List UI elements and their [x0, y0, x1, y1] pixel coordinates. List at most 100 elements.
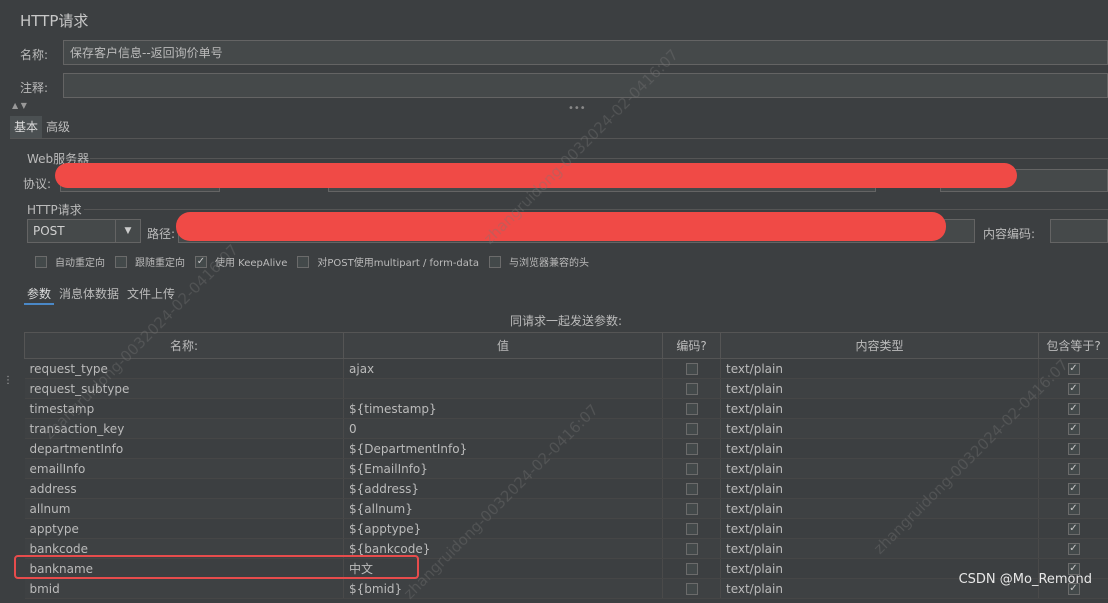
param-include-equals-cell[interactable]: ✓	[1039, 539, 1108, 559]
table-row[interactable]: request_typeajaxtext/plain✓	[25, 359, 1108, 379]
comment-field[interactable]	[63, 73, 1108, 98]
param-encode-cell[interactable]	[663, 539, 721, 559]
encode-checkbox[interactable]	[686, 403, 698, 415]
param-encode-cell[interactable]	[663, 459, 721, 479]
param-content-type-cell[interactable]: text/plain	[721, 399, 1039, 419]
param-encode-cell[interactable]	[663, 499, 721, 519]
param-name-cell[interactable]: request_subtype	[25, 379, 344, 399]
table-row[interactable]: allnum${allnum} text/plain✓	[25, 499, 1108, 519]
param-include-equals-cell[interactable]: ✓	[1039, 379, 1108, 399]
param-name-cell[interactable]: timestamp	[25, 399, 344, 419]
encoding-field[interactable]	[1050, 219, 1108, 243]
param-value-cell[interactable]: ${EmailInfo}	[344, 459, 663, 479]
option-multipart[interactable]: 对POST使用multipart / form-data	[297, 254, 479, 269]
param-value-cell[interactable]: 0	[344, 419, 663, 439]
encode-checkbox[interactable]	[686, 423, 698, 435]
multipart-checkbox[interactable]	[297, 256, 309, 268]
collapse-arrows-icon[interactable]: ▲ ▼	[12, 101, 27, 110]
include-equals-checkbox[interactable]: ✓	[1068, 403, 1080, 415]
param-encode-cell[interactable]	[663, 479, 721, 499]
param-value-cell[interactable]: ${bmid}	[344, 579, 663, 599]
column-header-name[interactable]: 名称:	[25, 333, 344, 359]
param-value-cell[interactable]: ${address}	[344, 479, 663, 499]
include-equals-checkbox[interactable]: ✓	[1068, 443, 1080, 455]
param-content-type-cell[interactable]: text/plain	[721, 419, 1039, 439]
include-equals-checkbox[interactable]: ✓	[1068, 543, 1080, 555]
encode-checkbox[interactable]	[686, 583, 698, 595]
param-value-cell[interactable]: ${timestamp}	[344, 399, 663, 419]
option-keepalive[interactable]: ✓ 使用 KeepAlive	[195, 254, 287, 269]
encode-checkbox[interactable]	[686, 363, 698, 375]
param-encode-cell[interactable]	[663, 579, 721, 599]
param-content-type-cell[interactable]: text/plain	[721, 459, 1039, 479]
browser-headers-checkbox[interactable]	[489, 256, 501, 268]
param-encode-cell[interactable]	[663, 519, 721, 539]
param-name-cell[interactable]: transaction_key	[25, 419, 344, 439]
param-include-equals-cell[interactable]: ✓	[1039, 399, 1108, 419]
param-include-equals-cell[interactable]: ✓	[1039, 359, 1108, 379]
tab-file-upload[interactable]: 文件上传	[124, 284, 178, 305]
tab-basic[interactable]: 基本	[10, 116, 42, 138]
param-name-cell[interactable]: emailInfo	[25, 459, 344, 479]
option-auto-redirect[interactable]: 自动重定向	[35, 254, 105, 269]
include-equals-checkbox[interactable]: ✓	[1068, 463, 1080, 475]
param-encode-cell[interactable]	[663, 559, 721, 579]
param-include-equals-cell[interactable]: ✓	[1039, 439, 1108, 459]
param-content-type-cell[interactable]: text/plain	[721, 539, 1039, 559]
param-include-equals-cell[interactable]: ✓	[1039, 419, 1108, 439]
param-name-cell[interactable]: bmid	[25, 579, 344, 599]
encode-checkbox[interactable]	[686, 483, 698, 495]
param-content-type-cell[interactable]: text/plain	[721, 379, 1039, 399]
column-header-encode[interactable]: 编码?	[663, 333, 721, 359]
column-header-content-type[interactable]: 内容类型	[721, 333, 1039, 359]
column-header-include-equals[interactable]: 包含等于?	[1039, 333, 1108, 359]
table-row[interactable]: request_subtype text/plain✓	[25, 379, 1108, 399]
table-row[interactable]: timestamp${timestamp} text/plain ✓	[25, 399, 1108, 419]
param-encode-cell[interactable]	[663, 379, 721, 399]
name-field[interactable]: 保存客户信息--返回询价单号	[63, 40, 1108, 65]
param-encode-cell[interactable]	[663, 359, 721, 379]
param-name-cell[interactable]: address	[25, 479, 344, 499]
param-encode-cell[interactable]	[663, 439, 721, 459]
include-equals-checkbox[interactable]: ✓	[1068, 423, 1080, 435]
param-value-cell[interactable]: ${DepartmentInfo}	[344, 439, 663, 459]
param-name-cell[interactable]: apptype	[25, 519, 344, 539]
table-row[interactable]: emailInfo${EmailInfo} text/plain ✓	[25, 459, 1108, 479]
encode-checkbox[interactable]	[686, 443, 698, 455]
drag-handle-icon[interactable]: ⋮	[3, 375, 13, 386]
param-content-type-cell[interactable]: text/plain	[721, 499, 1039, 519]
table-row[interactable]: apptype${apptype} text/plain ✓	[25, 519, 1108, 539]
encode-checkbox[interactable]	[686, 523, 698, 535]
table-row[interactable]: transaction_key0 text/plain ✓	[25, 419, 1108, 439]
encode-checkbox[interactable]	[686, 563, 698, 575]
param-encode-cell[interactable]	[663, 399, 721, 419]
option-follow-redirect[interactable]: 跟随重定向	[115, 254, 185, 269]
include-equals-checkbox[interactable]: ✓	[1068, 363, 1080, 375]
table-row[interactable]: departmentInfo${DepartmentInfo}text/plai…	[25, 439, 1108, 459]
table-row[interactable]: bmid${bmid}text/plain✓	[25, 579, 1108, 599]
auto-redirect-checkbox[interactable]	[35, 256, 47, 268]
param-include-equals-cell[interactable]: ✓	[1039, 459, 1108, 479]
param-content-type-cell[interactable]: text/plain	[721, 359, 1039, 379]
option-browser-headers[interactable]: 与浏览器兼容的头	[489, 254, 589, 269]
tab-advanced[interactable]: 高级	[42, 116, 74, 138]
param-name-cell[interactable]: allnum	[25, 499, 344, 519]
encode-checkbox[interactable]	[686, 383, 698, 395]
tab-body-data[interactable]: 消息体数据	[56, 284, 122, 305]
tab-parameters[interactable]: 参数	[24, 284, 54, 305]
param-include-equals-cell[interactable]: ✓	[1039, 479, 1108, 499]
param-content-type-cell[interactable]: text/plain	[721, 519, 1039, 539]
encode-checkbox[interactable]	[686, 503, 698, 515]
param-value-cell[interactable]: ${apptype}	[344, 519, 663, 539]
include-equals-checkbox[interactable]: ✓	[1068, 523, 1080, 535]
param-include-equals-cell[interactable]: ✓	[1039, 499, 1108, 519]
param-content-type-cell[interactable]: text/plain	[721, 479, 1039, 499]
splitter-handle-icon[interactable]: •••	[568, 103, 586, 114]
param-value-cell[interactable]: ${allnum}	[344, 499, 663, 519]
chevron-down-icon[interactable]: ▼	[115, 220, 140, 242]
param-content-type-cell[interactable]: text/plain	[721, 439, 1039, 459]
include-equals-checkbox[interactable]: ✓	[1068, 483, 1080, 495]
encode-checkbox[interactable]	[686, 543, 698, 555]
encode-checkbox[interactable]	[686, 463, 698, 475]
param-value-cell[interactable]	[344, 379, 663, 399]
